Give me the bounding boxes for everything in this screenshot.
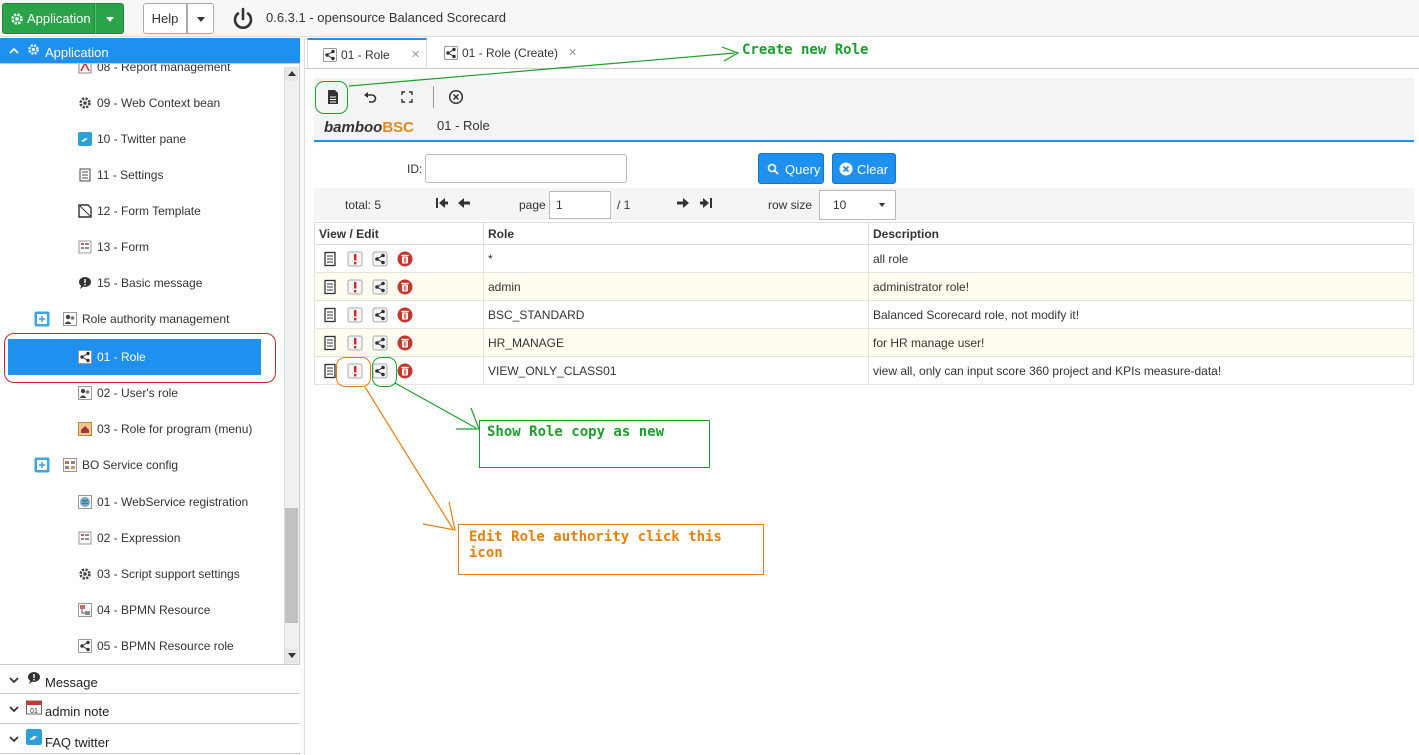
arrow-create [348,52,736,87]
annotation-show-copy: Show Role copy as new [487,424,665,440]
annotation-box-copy: Show Role copy as new [479,420,710,468]
annotation-edit-line1: Edit Role authority click this [469,529,722,545]
arrow-copy [394,382,477,429]
annotation-edit-line2: icon [469,545,503,561]
annotation-arrows [348,46,740,531]
annotation-box-edit: Edit Role authority click this icon [458,524,764,575]
annotation-create-new-role: Create new Role [742,42,869,58]
